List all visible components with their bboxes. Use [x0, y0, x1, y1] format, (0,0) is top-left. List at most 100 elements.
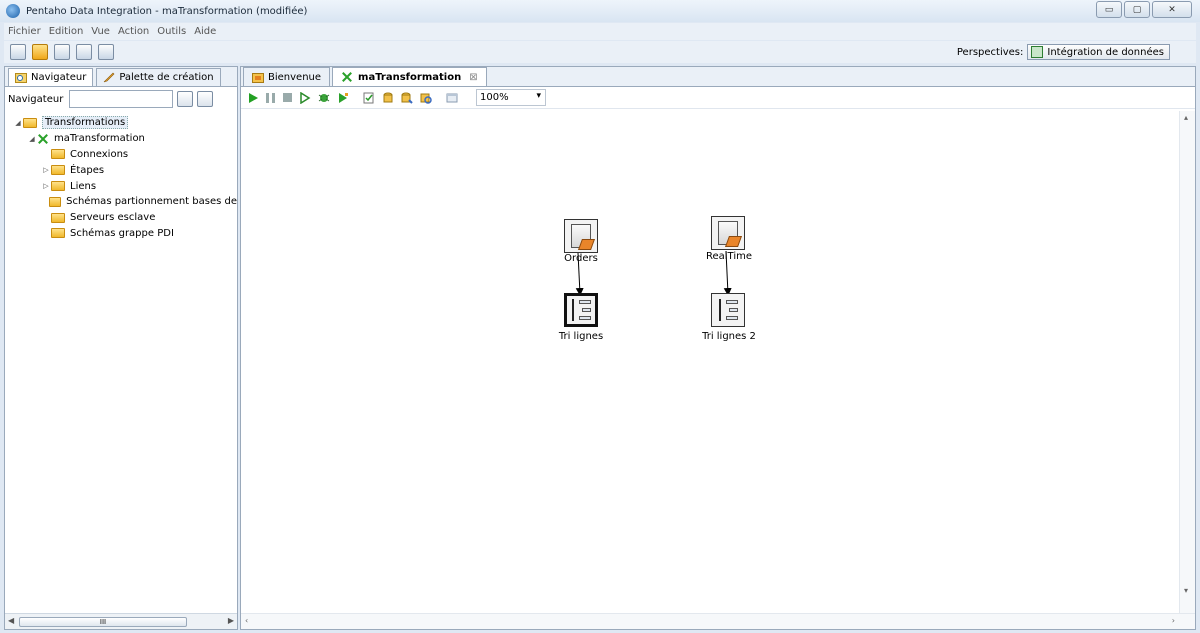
- minimize-button[interactable]: ▭: [1096, 1, 1122, 18]
- step-orders-label: Orders: [564, 253, 598, 264]
- expand-all-icon[interactable]: [177, 91, 194, 107]
- scroll-thumb[interactable]: III: [19, 617, 187, 627]
- welcome-icon: [252, 72, 264, 83]
- tab-navigateur[interactable]: Navigateur: [8, 68, 94, 86]
- tab-palette-creation[interactable]: Palette de création: [96, 68, 221, 86]
- debug-icon[interactable]: [318, 92, 330, 104]
- tab-palette-label: Palette de création: [119, 72, 214, 83]
- open-folder-icon[interactable]: [32, 44, 48, 60]
- transformation-canvas[interactable]: Orders Tri lignes RealTime Tri lignes 2: [241, 111, 1195, 613]
- preview-icon[interactable]: [299, 91, 311, 104]
- menu-outils[interactable]: Outils: [153, 26, 190, 37]
- tree-item[interactable]: ◢ Transformations: [5, 115, 237, 131]
- transformation-toolbar: 100% ▾: [241, 87, 1195, 109]
- tab-bienvenue[interactable]: Bienvenue: [243, 67, 331, 86]
- menu-edition[interactable]: Edition: [45, 26, 88, 37]
- replay-icon[interactable]: [337, 92, 349, 104]
- step-orders[interactable]: [564, 219, 598, 253]
- tree-item-label: Connexions: [70, 148, 129, 160]
- tree-item-label: Étapes: [70, 164, 105, 176]
- zoom-value: 100%: [480, 92, 509, 103]
- hops-layer: [575, 250, 732, 296]
- tree-item[interactable]: ◢ maTransformation: [5, 131, 237, 147]
- tree-item-label: Serveurs esclave: [70, 212, 156, 224]
- step-tri-lignes-2[interactable]: [711, 293, 745, 327]
- perspective-button[interactable]: Intégration de données: [1027, 44, 1170, 60]
- tab-matransformation-label: maTransformation: [358, 71, 462, 83]
- show-results-icon[interactable]: [446, 92, 458, 104]
- pentaho-app-icon: [6, 4, 20, 18]
- data-integration-icon: [1031, 46, 1044, 58]
- menu-fichier[interactable]: Fichier: [4, 26, 45, 37]
- scroll-down-icon[interactable]: ▾: [1184, 586, 1188, 595]
- menu-aide[interactable]: Aide: [190, 26, 220, 37]
- navigator-tree: ◢ Transformations ◢ maTransformation Connexi…: [5, 115, 237, 241]
- step-realtime[interactable]: [711, 216, 745, 250]
- scroll-up-icon[interactable]: ▴: [1184, 113, 1188, 122]
- navigator-search-input[interactable]: [69, 90, 174, 108]
- expand-arrow-icon[interactable]: ▷: [41, 166, 51, 174]
- impact-icon[interactable]: [382, 92, 394, 104]
- folder-icon: [51, 181, 65, 192]
- transformation-icon: [341, 71, 353, 83]
- close-button[interactable]: ✕: [1152, 1, 1192, 18]
- expand-arrow-icon[interactable]: ◢: [27, 135, 37, 143]
- expand-arrow-icon[interactable]: ▷: [41, 182, 51, 190]
- chevron-down-icon: ▾: [536, 91, 541, 101]
- stop-icon[interactable]: [283, 93, 292, 102]
- save-icon[interactable]: [76, 44, 92, 60]
- scroll-right-icon[interactable]: ▶: [228, 616, 234, 625]
- editor-area: Bienvenue maTransformation ⊠ 100% ▾ Orde…: [240, 66, 1196, 630]
- left-panel: Navigateur Palette de création Navigateu…: [4, 66, 238, 630]
- left-horizontal-scrollbar[interactable]: ◀ III ▶: [5, 613, 237, 629]
- menu-vue[interactable]: Vue: [87, 26, 114, 37]
- close-tab-icon[interactable]: ⊠: [469, 72, 477, 83]
- navigator-search-row: Navigateur: [5, 87, 237, 111]
- tab-bienvenue-label: Bienvenue: [268, 71, 322, 83]
- tree-item[interactable]: ▷ Liens: [5, 178, 237, 194]
- sort-rows-icon: [569, 298, 593, 322]
- collapse-all-icon[interactable]: [197, 91, 214, 107]
- text-file-input-icon: [718, 221, 738, 245]
- zoom-select[interactable]: 100% ▾: [476, 89, 546, 106]
- tree-item-label: maTransformation: [54, 133, 145, 145]
- canvas-horizontal-scrollbar[interactable]: ‹ ›: [241, 613, 1195, 629]
- tree-item[interactable]: Schémas grappe PDI: [5, 226, 237, 242]
- tree-item[interactable]: Serveurs esclave: [5, 210, 237, 226]
- tree-item[interactable]: Connexions: [5, 147, 237, 163]
- save-as-icon[interactable]: [98, 44, 114, 60]
- window-title-bar: Pentaho Data Integration - maTransformat…: [0, 0, 1200, 22]
- step-tri-lignes-label: Tri lignes: [558, 331, 604, 342]
- expand-arrow-icon[interactable]: ◢: [13, 119, 23, 127]
- tab-matransformation[interactable]: maTransformation ⊠: [332, 67, 487, 86]
- folder-icon: [51, 212, 65, 223]
- step-realtime-label: RealTime: [705, 251, 753, 262]
- tree-item-label: Schémas partionnement bases de: [66, 196, 237, 208]
- perspectives-area: Perspectives: Intégration de données: [957, 44, 1170, 60]
- explore-db-icon[interactable]: [420, 92, 432, 104]
- tree-item[interactable]: Schémas partionnement bases de: [5, 194, 237, 210]
- scroll-right-icon[interactable]: ›: [1172, 616, 1175, 625]
- verify-icon[interactable]: [363, 92, 375, 104]
- window-controls: ▭ ▢ ✕: [1094, 1, 1192, 18]
- canvas-vertical-scrollbar[interactable]: ▴ ▾: [1179, 111, 1195, 615]
- pause-icon[interactable]: [266, 92, 275, 103]
- transformation-icon: [37, 133, 49, 145]
- folder-icon: [51, 149, 65, 160]
- tree-item-label: Transformations: [42, 116, 129, 130]
- step-tri-lignes[interactable]: [564, 293, 598, 327]
- menu-action[interactable]: Action: [114, 26, 153, 37]
- run-icon[interactable]: [249, 92, 258, 103]
- new-file-icon[interactable]: [10, 44, 26, 60]
- sql-icon[interactable]: [401, 92, 413, 104]
- scroll-left-icon[interactable]: ◀: [8, 616, 14, 625]
- maximize-button[interactable]: ▢: [1124, 1, 1150, 18]
- pencil-icon: [104, 72, 115, 83]
- explore-repository-icon[interactable]: [54, 44, 70, 60]
- folder-icon: [49, 196, 62, 207]
- scroll-left-icon[interactable]: ‹: [245, 616, 248, 625]
- tree-item-label: Liens: [70, 180, 97, 192]
- tree-item[interactable]: ▷ Étapes: [5, 162, 237, 178]
- perspective-label: Intégration de données: [1047, 46, 1164, 58]
- tree-item-label: Schémas grappe PDI: [70, 227, 174, 239]
